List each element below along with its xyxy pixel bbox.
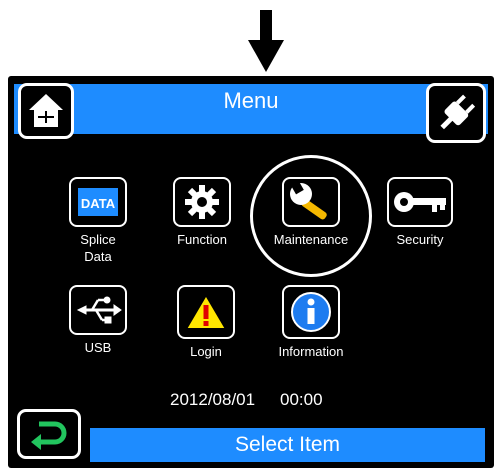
menu-item-information[interactable]: Information (266, 285, 356, 360)
page-title: Menu (223, 88, 279, 113)
svg-text:DATA: DATA (81, 196, 116, 211)
home-icon (29, 94, 63, 127)
status-text: Select Item (234, 433, 341, 456)
title-bar: Menu (14, 84, 488, 134)
menu-item-login[interactable]: Login (170, 285, 242, 360)
maintenance-icon-box (282, 177, 340, 227)
date-display: 2012/08/01 (170, 390, 256, 409)
status-bar: Select Item (90, 428, 485, 462)
information-label: Information (278, 344, 344, 359)
menu-item-security[interactable]: Security (382, 177, 458, 248)
warning-icon (184, 293, 228, 330)
key-icon (394, 192, 446, 212)
splice-data-icon-box: DATA (69, 177, 127, 227)
power-button[interactable] (426, 83, 486, 143)
plug-icon (440, 94, 476, 130)
function-icon-box (173, 177, 231, 227)
home-button[interactable] (18, 83, 74, 139)
menu-item-splice-data[interactable]: DATA Splice Data (62, 177, 134, 265)
info-icon (291, 292, 331, 332)
function-label: Function (177, 232, 227, 247)
login-icon-box (177, 285, 235, 339)
splice-label-line2: Data (84, 249, 112, 264)
down-arrow-icon (248, 10, 284, 72)
data-folder-icon: DATA (78, 188, 118, 216)
wrench-icon (290, 182, 327, 220)
security-label: Security (396, 232, 444, 247)
menu-item-function[interactable]: Function (166, 177, 238, 248)
time-display: 00:00 (280, 390, 323, 409)
maintenance-label: Maintenance (273, 232, 349, 247)
usb-label: USB (84, 340, 112, 355)
back-button[interactable] (17, 409, 81, 459)
usb-icon (76, 296, 122, 324)
menu-item-maintenance[interactable]: Maintenance (265, 177, 357, 248)
menu-item-usb[interactable]: USB (62, 285, 134, 356)
login-label: Login (190, 344, 222, 359)
security-icon-box (387, 177, 453, 227)
usb-icon-box (69, 285, 127, 335)
gear-icon (185, 185, 219, 219)
information-icon-box (282, 285, 340, 339)
back-icon (31, 421, 67, 450)
splice-label-line1: Splice (80, 232, 116, 247)
